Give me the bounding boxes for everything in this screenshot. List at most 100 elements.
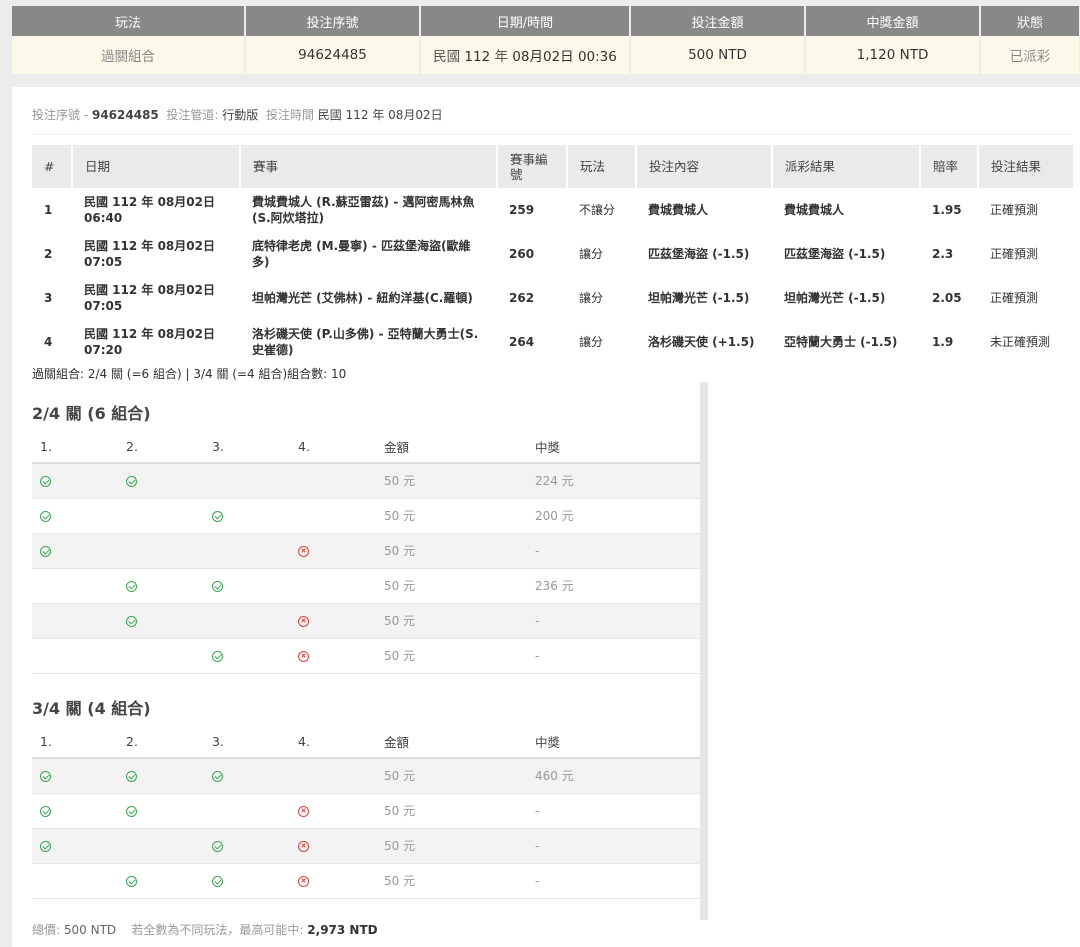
combo-row[interactable]: 50 元 236 元 (32, 568, 700, 604)
combo-header-amount: 金額 (376, 430, 527, 464)
combo-prize: - (527, 793, 700, 829)
combo-prize: 236 元 (527, 568, 700, 604)
combo-leg-1 (32, 828, 118, 864)
check-circle-icon (40, 840, 51, 852)
check-circle-icon (126, 875, 137, 887)
combo-leg-2 (118, 533, 204, 569)
combo-leg-1 (32, 758, 118, 794)
match-play: 讓分 (579, 335, 604, 349)
match-row[interactable]: 2 民國 112 年 08月02日 07:05 底特律老虎 (M.曼寧) - 匹茲堡海… (32, 232, 1074, 276)
combo-amount: 50 元 (376, 463, 527, 499)
combo-header-leg3: 3. (204, 430, 290, 464)
match-play: 讓分 (579, 291, 604, 305)
combo-header-amount: 金額 (376, 725, 527, 759)
bet-footer: 總價: 500 NTD 若全數為不同玩法，最高可能中: 2,973 NTD (32, 923, 378, 937)
check-circle-icon (212, 840, 223, 852)
combo-amount: 50 元 (376, 498, 527, 534)
combo-table-3of4: 1. 2. 3. 4. 金額 中獎 50 元 460 元 50 元 -50 元 -50 … (32, 725, 700, 899)
combo-header-leg3: 3. (204, 725, 290, 759)
match-no: 1 (44, 203, 53, 217)
combo-leg-3 (204, 758, 290, 794)
check-circle-icon (40, 770, 51, 782)
combo-amount: 50 元 (376, 793, 527, 829)
check-circle-icon (212, 580, 223, 592)
bet-info-time: 民國 112 年 08月02日 (317, 108, 443, 122)
combo-leg-3 (204, 828, 290, 864)
check-circle-icon (126, 770, 137, 782)
combo-header-row: 1. 2. 3. 4. 金額 中獎 (32, 430, 700, 464)
match-payout: 匹茲堡海盜 (-1.5) (784, 247, 886, 261)
match-event: 底特律老虎 (M.曼寧) - 匹茲堡海盜(歐維多) (252, 239, 471, 269)
match-content: 坦帕灣光芒 (-1.5) (648, 291, 750, 305)
section-title-2of4: 2/4 關 (6 組合) (32, 404, 151, 423)
combo-leg-4 (290, 793, 376, 829)
match-table: # 日期 賽事 賽事編號 玩法 投注內容 派彩結果 賠率 投注結果 1 民國 11… (32, 145, 1075, 364)
summary-row[interactable]: 過關組合 94624485 民國 112 年 08月02日 00:36 500 … (12, 36, 1080, 74)
combo-row[interactable]: 50 元 460 元 (32, 758, 700, 794)
match-odds: 1.9 (932, 335, 954, 349)
summary-win-amount: 1,120 NTD (805, 36, 981, 74)
combo-header-row: 1. 2. 3. 4. 金額 中獎 (32, 725, 700, 759)
combo-row[interactable]: 50 元 224 元 (32, 463, 700, 499)
combo-header-leg1: 1. (32, 725, 118, 759)
match-content: 費城費城人 (648, 203, 709, 217)
combo-header-leg1: 1. (32, 430, 118, 464)
check-circle-icon (40, 510, 51, 522)
match-event: 費城費城人 (R.蘇亞雷茲) - 邁阿密馬林魚(S.阿炊塔拉) (252, 195, 475, 225)
combo-leg-1 (32, 638, 118, 674)
match-result: 正確預測 (990, 203, 1039, 217)
combo-amount: 50 元 (376, 533, 527, 569)
combo-prize: - (527, 533, 700, 569)
combo-leg-3 (204, 863, 290, 899)
combo-row[interactable]: 50 元- (32, 828, 700, 864)
combo-row[interactable]: 50 元 200 元 (32, 498, 700, 534)
combo-leg-4 (290, 638, 376, 674)
combo-header-prize: 中獎 (527, 430, 700, 464)
match-payout: 費城費城人 (784, 203, 845, 217)
match-result: 正確預測 (990, 291, 1039, 305)
summary-bet-amount: 500 NTD (630, 36, 806, 74)
match-row[interactable]: 4 民國 112 年 08月02日 07:20 洛杉磯天使 (P.山多佛) - 亞特蘭… (32, 320, 1074, 364)
match-no: 3 (44, 291, 53, 305)
bet-summary-table: 玩法 投注序號 日期/時間 投注金額 中獎金額 狀態 過關組合 94624485… (12, 6, 1080, 74)
check-circle-icon (212, 650, 223, 662)
match-event: 坦帕灣光芒 (艾佛林) - 紐約洋基(C.羅頓) (252, 291, 473, 305)
match-event-id: 259 (509, 203, 535, 217)
combo-leg-3 (204, 463, 290, 499)
combo-row[interactable]: 50 元- (32, 638, 700, 674)
combo-leg-2 (118, 863, 204, 899)
combo-leg-1 (32, 863, 118, 899)
combo-leg-3 (204, 603, 290, 639)
check-circle-icon (212, 770, 223, 782)
check-circle-icon (126, 805, 137, 817)
match-event-id: 262 (509, 291, 535, 305)
combo-row[interactable]: 50 元- (32, 533, 700, 569)
combo-prize: - (527, 828, 700, 864)
summary-status: 已派彩 (980, 36, 1080, 74)
bet-info-line: 投注序號 - 94624485 投注管道: 行動版 投注時間 民國 112 年 … (32, 108, 443, 122)
combo-summary: 過關組合: 2/4 關 (=6 組合) | 3/4 關 (=4 組合)組合數: … (32, 367, 347, 381)
match-play: 不讓分 (579, 203, 616, 217)
combo-leg-1 (32, 498, 118, 534)
footer-max-win: 2,973 NTD (307, 923, 378, 937)
match-odds: 2.05 (932, 291, 962, 305)
combo-leg-2 (118, 758, 204, 794)
combo-prize: - (527, 863, 700, 899)
section-title-3of4: 3/4 關 (4 組合) (32, 699, 151, 718)
match-header-date: 日期 (72, 145, 241, 188)
match-row[interactable]: 3 民國 112 年 08月02日 07:05 坦帕灣光芒 (艾佛林) - 紐約洋基(… (32, 276, 1074, 320)
combo-row[interactable]: 50 元- (32, 603, 700, 639)
combo-leg-1 (32, 793, 118, 829)
combo-leg-2 (118, 603, 204, 639)
check-circle-icon (40, 545, 51, 557)
combo-row[interactable]: 50 元- (32, 793, 700, 829)
match-event-id: 260 (509, 247, 535, 261)
match-no: 2 (44, 247, 53, 261)
match-row[interactable]: 1 民國 112 年 08月02日 06:40 費城費城人 (R.蘇亞雷茲) - 邁阿… (32, 188, 1074, 232)
footer-total: 500 NTD (63, 923, 117, 937)
combo-row[interactable]: 50 元- (32, 863, 700, 899)
cross-circle-icon (298, 875, 309, 887)
combo-header-leg4: 4. (290, 430, 376, 464)
summary-header-datetime: 日期/時間 (420, 6, 631, 36)
match-header-payout: 派彩結果 (772, 145, 921, 188)
